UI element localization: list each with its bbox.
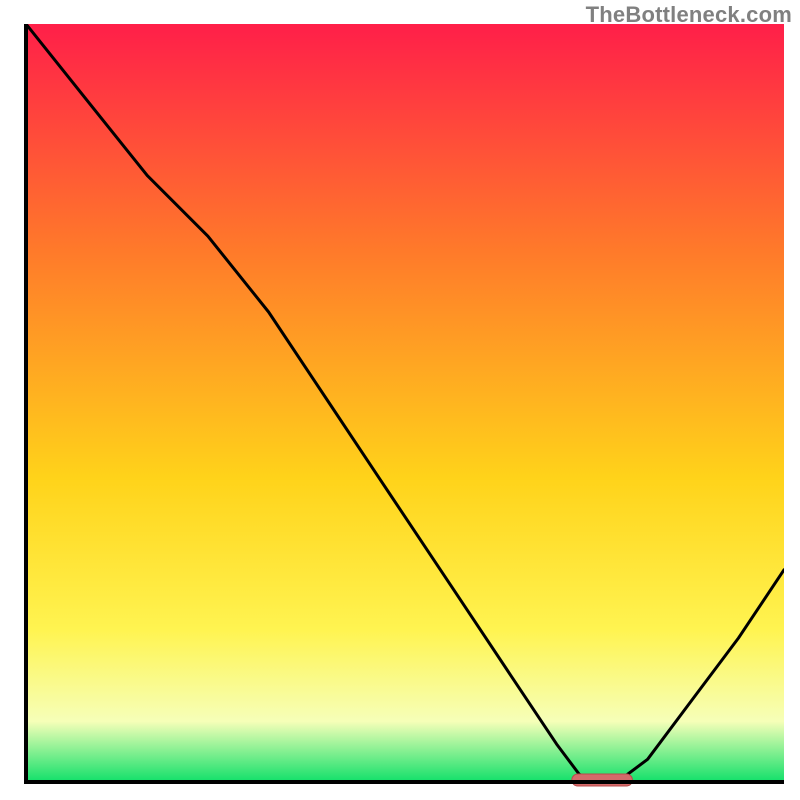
chart-plot-area — [18, 24, 784, 790]
chart-svg — [18, 24, 784, 790]
gradient-background — [26, 24, 784, 782]
